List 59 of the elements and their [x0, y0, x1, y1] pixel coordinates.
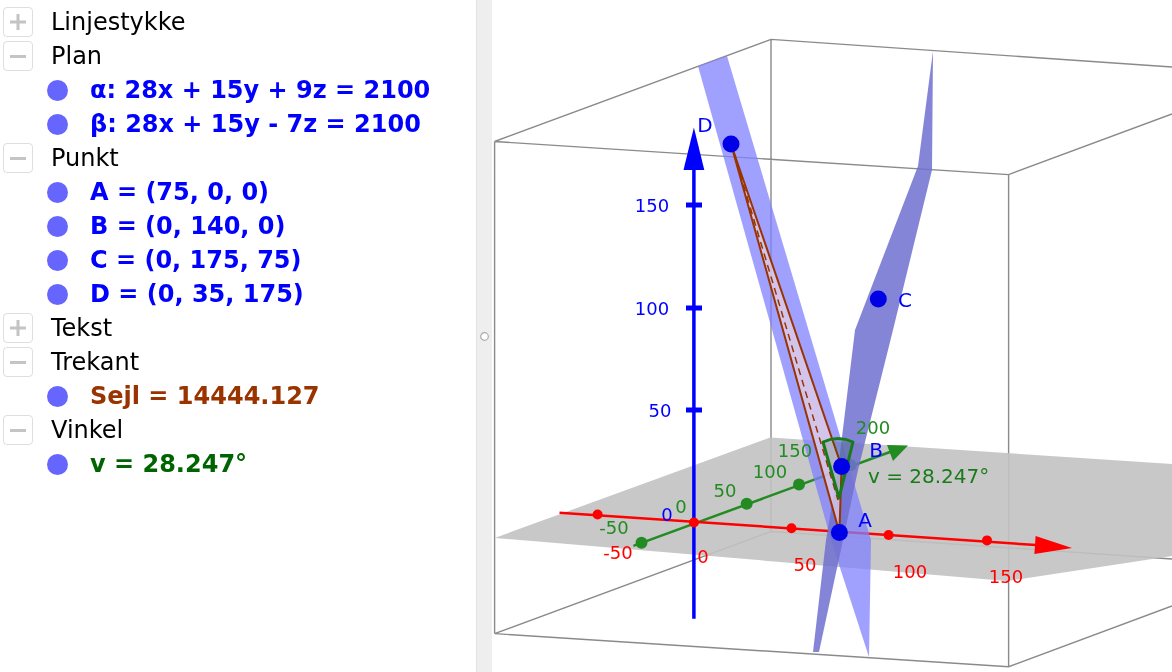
axis-tick-label: -50: [603, 541, 633, 563]
axis-tick-label: 150: [634, 194, 670, 216]
algebra-entry[interactable]: D = (0, 35, 175): [90, 279, 304, 309]
axis-tick-label: 0: [661, 503, 673, 525]
visibility-dot-icon[interactable]: [47, 453, 68, 475]
angle-value-label: v = 28.247°: [868, 464, 990, 488]
minus-icon: [10, 428, 26, 432]
minus-icon: [10, 54, 26, 58]
group-toggle-button[interactable]: [3, 313, 33, 343]
point-marker-icon: [722, 135, 740, 153]
visibility-dot-icon[interactable]: [47, 181, 68, 203]
minus-icon: [10, 156, 26, 160]
axis-tick-label: 150: [988, 565, 1024, 587]
algebra-entry[interactable]: A = (75, 0, 0): [90, 177, 270, 207]
point-label: C: [898, 288, 912, 312]
point-marker-icon: [833, 458, 851, 475]
axis-tick-label: 100: [634, 297, 670, 319]
algebra-entry[interactable]: Sejl = 14444.127: [90, 381, 320, 411]
plus-icon: [10, 320, 26, 336]
visibility-dot-icon[interactable]: [47, 283, 68, 305]
group-heading: Linjestykke: [51, 7, 186, 37]
algebra-entry[interactable]: v = 28.247°: [90, 449, 248, 479]
visibility-dot-icon[interactable]: [47, 385, 68, 407]
point-label: D: [697, 113, 713, 137]
axis-tick-label: 50: [793, 553, 817, 575]
point-label: B: [869, 438, 883, 462]
group-heading: Trekant: [51, 347, 140, 377]
point-marker-icon: [869, 290, 887, 308]
minus-icon: [10, 360, 26, 364]
algebra-entry[interactable]: β: 28x + 15y - 7z = 2100: [90, 109, 421, 139]
axis-tick-label: 100: [892, 560, 928, 582]
visibility-dot-icon[interactable]: [47, 215, 68, 237]
axis-tick-label: 0: [675, 495, 687, 517]
algebra-entry[interactable]: B = (0, 140, 0): [90, 211, 286, 241]
group-toggle-button[interactable]: [3, 7, 33, 37]
group-toggle-button[interactable]: [3, 347, 33, 377]
plus-icon: [10, 14, 26, 30]
group-heading: Punkt: [51, 143, 119, 173]
axis-tick-label: 200: [855, 416, 891, 438]
group-toggle-button[interactable]: [3, 415, 33, 445]
drag-handle-icon[interactable]: [480, 331, 489, 341]
point-label: A: [858, 508, 872, 532]
axis-tick-label: 50: [648, 399, 672, 421]
axis-tick-label: 100: [752, 460, 788, 482]
point-marker-icon: [830, 523, 848, 541]
group-toggle-button[interactable]: [3, 41, 33, 71]
visibility-dot-icon[interactable]: [47, 249, 68, 271]
algebra-entry[interactable]: C = (0, 175, 75): [90, 245, 302, 275]
group-heading: Tekst: [51, 313, 113, 343]
group-heading: Plan: [51, 41, 103, 71]
axis-tick-label: -50: [599, 516, 629, 538]
axis-tick-label: 150: [777, 439, 813, 461]
visibility-dot-icon[interactable]: [47, 113, 68, 135]
group-heading: Vinkel: [51, 415, 124, 445]
algebra-entry[interactable]: α: 28x + 15y + 9z = 2100: [90, 75, 431, 105]
visibility-dot-icon[interactable]: [47, 79, 68, 101]
axis-tick-label: 0: [697, 545, 709, 567]
axis-tick-label: 50: [713, 479, 737, 501]
group-toggle-button[interactable]: [3, 143, 33, 173]
